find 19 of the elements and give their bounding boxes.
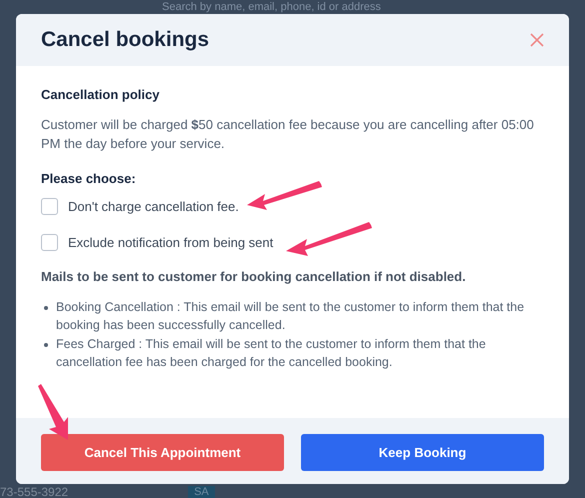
section-heading: Cancellation policy bbox=[41, 86, 160, 104]
action-button[interactable]: Keep Booking bbox=[301, 434, 544, 471]
close-icon[interactable] bbox=[530, 33, 544, 47]
search-field[interactable]: Search by name, email, phone, id or address bbox=[162, 0, 422, 14]
bullet-icon bbox=[44, 306, 48, 310]
dialog-title: Cancel bookings bbox=[41, 27, 210, 54]
policy-text: Customer will be charged $50 cancellation fee because you are cancelling after 05:00 PM the day before your service. bbox=[41, 116, 535, 152]
checkbox[interactable] bbox=[41, 198, 58, 216]
section-heading: Mails to be sent to customer for booking cancellation if not disabled. bbox=[41, 268, 467, 286]
checkbox-label: Don't charge cancellation fee. bbox=[68, 198, 239, 216]
phone-number: 73-555-3922 bbox=[0, 486, 68, 498]
checkbox[interactable] bbox=[41, 234, 58, 251]
action-button[interactable]: Cancel This Appointment bbox=[41, 434, 284, 471]
mail-description: Booking Cancellation : This email will be sent to the customer to inform them that the booking has been successfully cancelled. bbox=[56, 298, 526, 334]
bullet-icon bbox=[44, 342, 48, 346]
status-badge: SA bbox=[188, 486, 215, 498]
mail-description: Fees Charged : This email will be sent to the customer to inform them that the cancellation fee has been charged for the cancelled booking. bbox=[56, 336, 487, 371]
checkbox-label: Exclude notification from being sent bbox=[68, 234, 274, 252]
section-heading: Please choose: bbox=[41, 170, 137, 188]
